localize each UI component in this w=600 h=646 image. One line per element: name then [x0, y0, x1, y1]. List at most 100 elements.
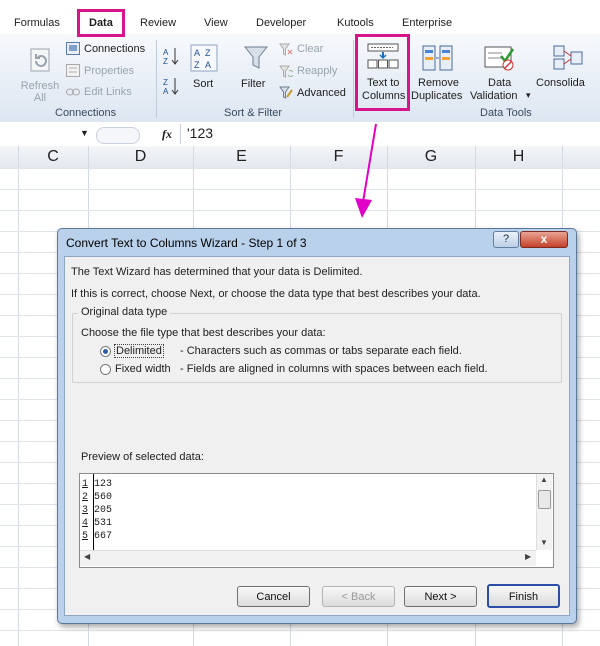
refresh-all-button[interactable]: Refresh All — [20, 80, 60, 104]
preview-row: 1 123 — [82, 479, 113, 490]
refresh-all-icon — [28, 47, 54, 75]
close-button[interactable]: x — [520, 231, 568, 248]
sort-descending-icon[interactable]: ZA — [163, 76, 179, 96]
group-label: Original data type — [78, 306, 171, 318]
clear-filter-icon — [279, 43, 293, 56]
column-header-e[interactable]: E — [193, 146, 290, 168]
data-tools-group-label: Data Tools — [480, 107, 532, 119]
text-to-columns-label-1[interactable]: Text to — [367, 77, 399, 89]
help-icon: ? — [502, 233, 510, 245]
preview-row: 3 205 — [82, 505, 113, 516]
wizard-info-line-1: The Text Wizard has determined that your… — [71, 266, 363, 278]
preview-label: Preview of selected data: — [81, 451, 204, 463]
edit-links-button[interactable]: Edit Links — [84, 86, 132, 98]
group-separator — [156, 40, 157, 118]
tab-enterprise[interactable]: Enterprise — [402, 17, 452, 29]
scroll-down-icon[interactable]: ▼ — [540, 538, 548, 547]
grid-line — [0, 630, 600, 631]
delimited-label[interactable]: Delimited — [114, 344, 164, 358]
tab-view[interactable]: View — [204, 17, 228, 29]
vertical-scroll-thumb[interactable] — [538, 490, 551, 509]
formula-input[interactable]: '123 — [187, 125, 213, 141]
choose-file-type-label: Choose the file type that best describes… — [81, 327, 326, 339]
name-box-dropdown-icon[interactable]: ▼ — [80, 128, 89, 138]
back-button[interactable]: < Back — [322, 586, 395, 607]
delimited-radio[interactable] — [100, 346, 111, 357]
clear-button[interactable]: Clear — [297, 43, 323, 55]
close-icon: x — [540, 232, 548, 246]
grid-line — [0, 210, 600, 211]
advanced-button[interactable]: Advanced — [297, 87, 346, 99]
svg-text:Z: Z — [163, 57, 168, 66]
fx-icon[interactable]: fx — [162, 127, 172, 142]
connections-group-label: Connections — [55, 107, 117, 119]
consolidate-button[interactable]: Consolida — [536, 77, 585, 89]
svg-text:A: A — [163, 48, 169, 57]
dialog-title: Convert Text to Columns Wizard - Step 1 … — [66, 236, 307, 250]
grid-line — [0, 189, 600, 190]
advanced-filter-icon — [279, 86, 293, 99]
column-header-g[interactable]: G — [387, 146, 475, 168]
reapply-button[interactable]: Reapply — [297, 65, 337, 77]
help-button[interactable]: ? — [493, 231, 519, 248]
tab-data[interactable]: Data — [89, 17, 113, 29]
remove-duplicates-label-1[interactable]: Remove — [418, 77, 459, 89]
column-header-c[interactable]: C — [18, 146, 88, 168]
svg-text:Z: Z — [194, 60, 200, 70]
annotation-arrow-icon — [355, 123, 377, 218]
fixed-width-radio[interactable] — [100, 364, 111, 375]
remove-duplicates-label-2[interactable]: Duplicates — [411, 90, 462, 102]
finish-button[interactable]: Finish — [487, 584, 560, 608]
tab-formulas[interactable]: Formulas — [14, 17, 60, 29]
svg-text:A: A — [163, 87, 169, 96]
filter-icon — [243, 44, 269, 72]
column-header-h[interactable]: H — [475, 146, 562, 168]
sort-icon: AZZA — [190, 44, 218, 72]
consolidate-icon — [553, 44, 583, 72]
filter-button[interactable]: Filter — [241, 78, 265, 90]
properties-icon — [66, 64, 80, 77]
next-button[interactable]: Next > — [404, 586, 477, 607]
column-header-d[interactable]: D — [88, 146, 193, 168]
grid-line — [18, 146, 19, 646]
chevron-down-icon[interactable]: ▾ — [526, 90, 531, 101]
data-validation-label-1[interactable]: Data — [488, 77, 511, 89]
data-validation-label-2[interactable]: Validation — [470, 90, 518, 102]
preview-horizontal-scrollbar[interactable] — [80, 550, 536, 566]
scroll-left-icon[interactable]: ◀ — [84, 552, 90, 561]
remove-duplicates-icon — [422, 44, 454, 72]
scroll-right-icon[interactable]: ▶ — [525, 552, 531, 561]
fixed-width-label[interactable]: Fixed width — [115, 363, 171, 375]
fixed-width-description: - Fields are aligned in columns with spa… — [180, 363, 488, 375]
group-separator — [353, 40, 354, 118]
sort-ascending-icon[interactable]: AZ — [163, 46, 179, 66]
edit-links-icon — [66, 87, 80, 97]
wizard-info-line-2: If this is correct, choose Next, or choo… — [71, 288, 481, 300]
svg-text:Z: Z — [205, 48, 211, 58]
connections-icon — [66, 42, 80, 55]
scroll-up-icon[interactable]: ▲ — [540, 475, 548, 484]
svg-text:A: A — [205, 60, 211, 70]
data-validation-icon — [484, 44, 516, 72]
reapply-icon — [279, 65, 295, 78]
tab-review[interactable]: Review — [140, 17, 176, 29]
connections-button[interactable]: Connections — [84, 43, 145, 55]
text-to-columns-label-2[interactable]: Columns — [362, 90, 405, 102]
tab-developer[interactable]: Developer — [256, 17, 306, 29]
preview-rows: 1 123 2 560 3 205 4 531 5 667 — [82, 478, 112, 543]
grid-line — [0, 168, 600, 169]
text-to-columns-icon — [367, 42, 399, 70]
tab-kutools[interactable]: Kutools — [337, 17, 374, 29]
preview-row: 5 667 — [82, 531, 113, 542]
svg-text:A: A — [194, 48, 200, 58]
sort-filter-group-label: Sort & Filter — [224, 107, 283, 119]
preview-row: 4 531 — [82, 518, 113, 529]
cancel-button[interactable]: Cancel — [237, 586, 310, 607]
svg-text:Z: Z — [163, 78, 168, 87]
formula-bar-resize-handle[interactable] — [96, 127, 140, 144]
sort-button[interactable]: Sort — [193, 78, 213, 90]
preview-row: 2 560 — [82, 492, 113, 503]
properties-button[interactable]: Properties — [84, 65, 134, 77]
delimited-description: - Characters such as commas or tabs sepa… — [180, 345, 462, 357]
formula-bar — [0, 122, 600, 147]
